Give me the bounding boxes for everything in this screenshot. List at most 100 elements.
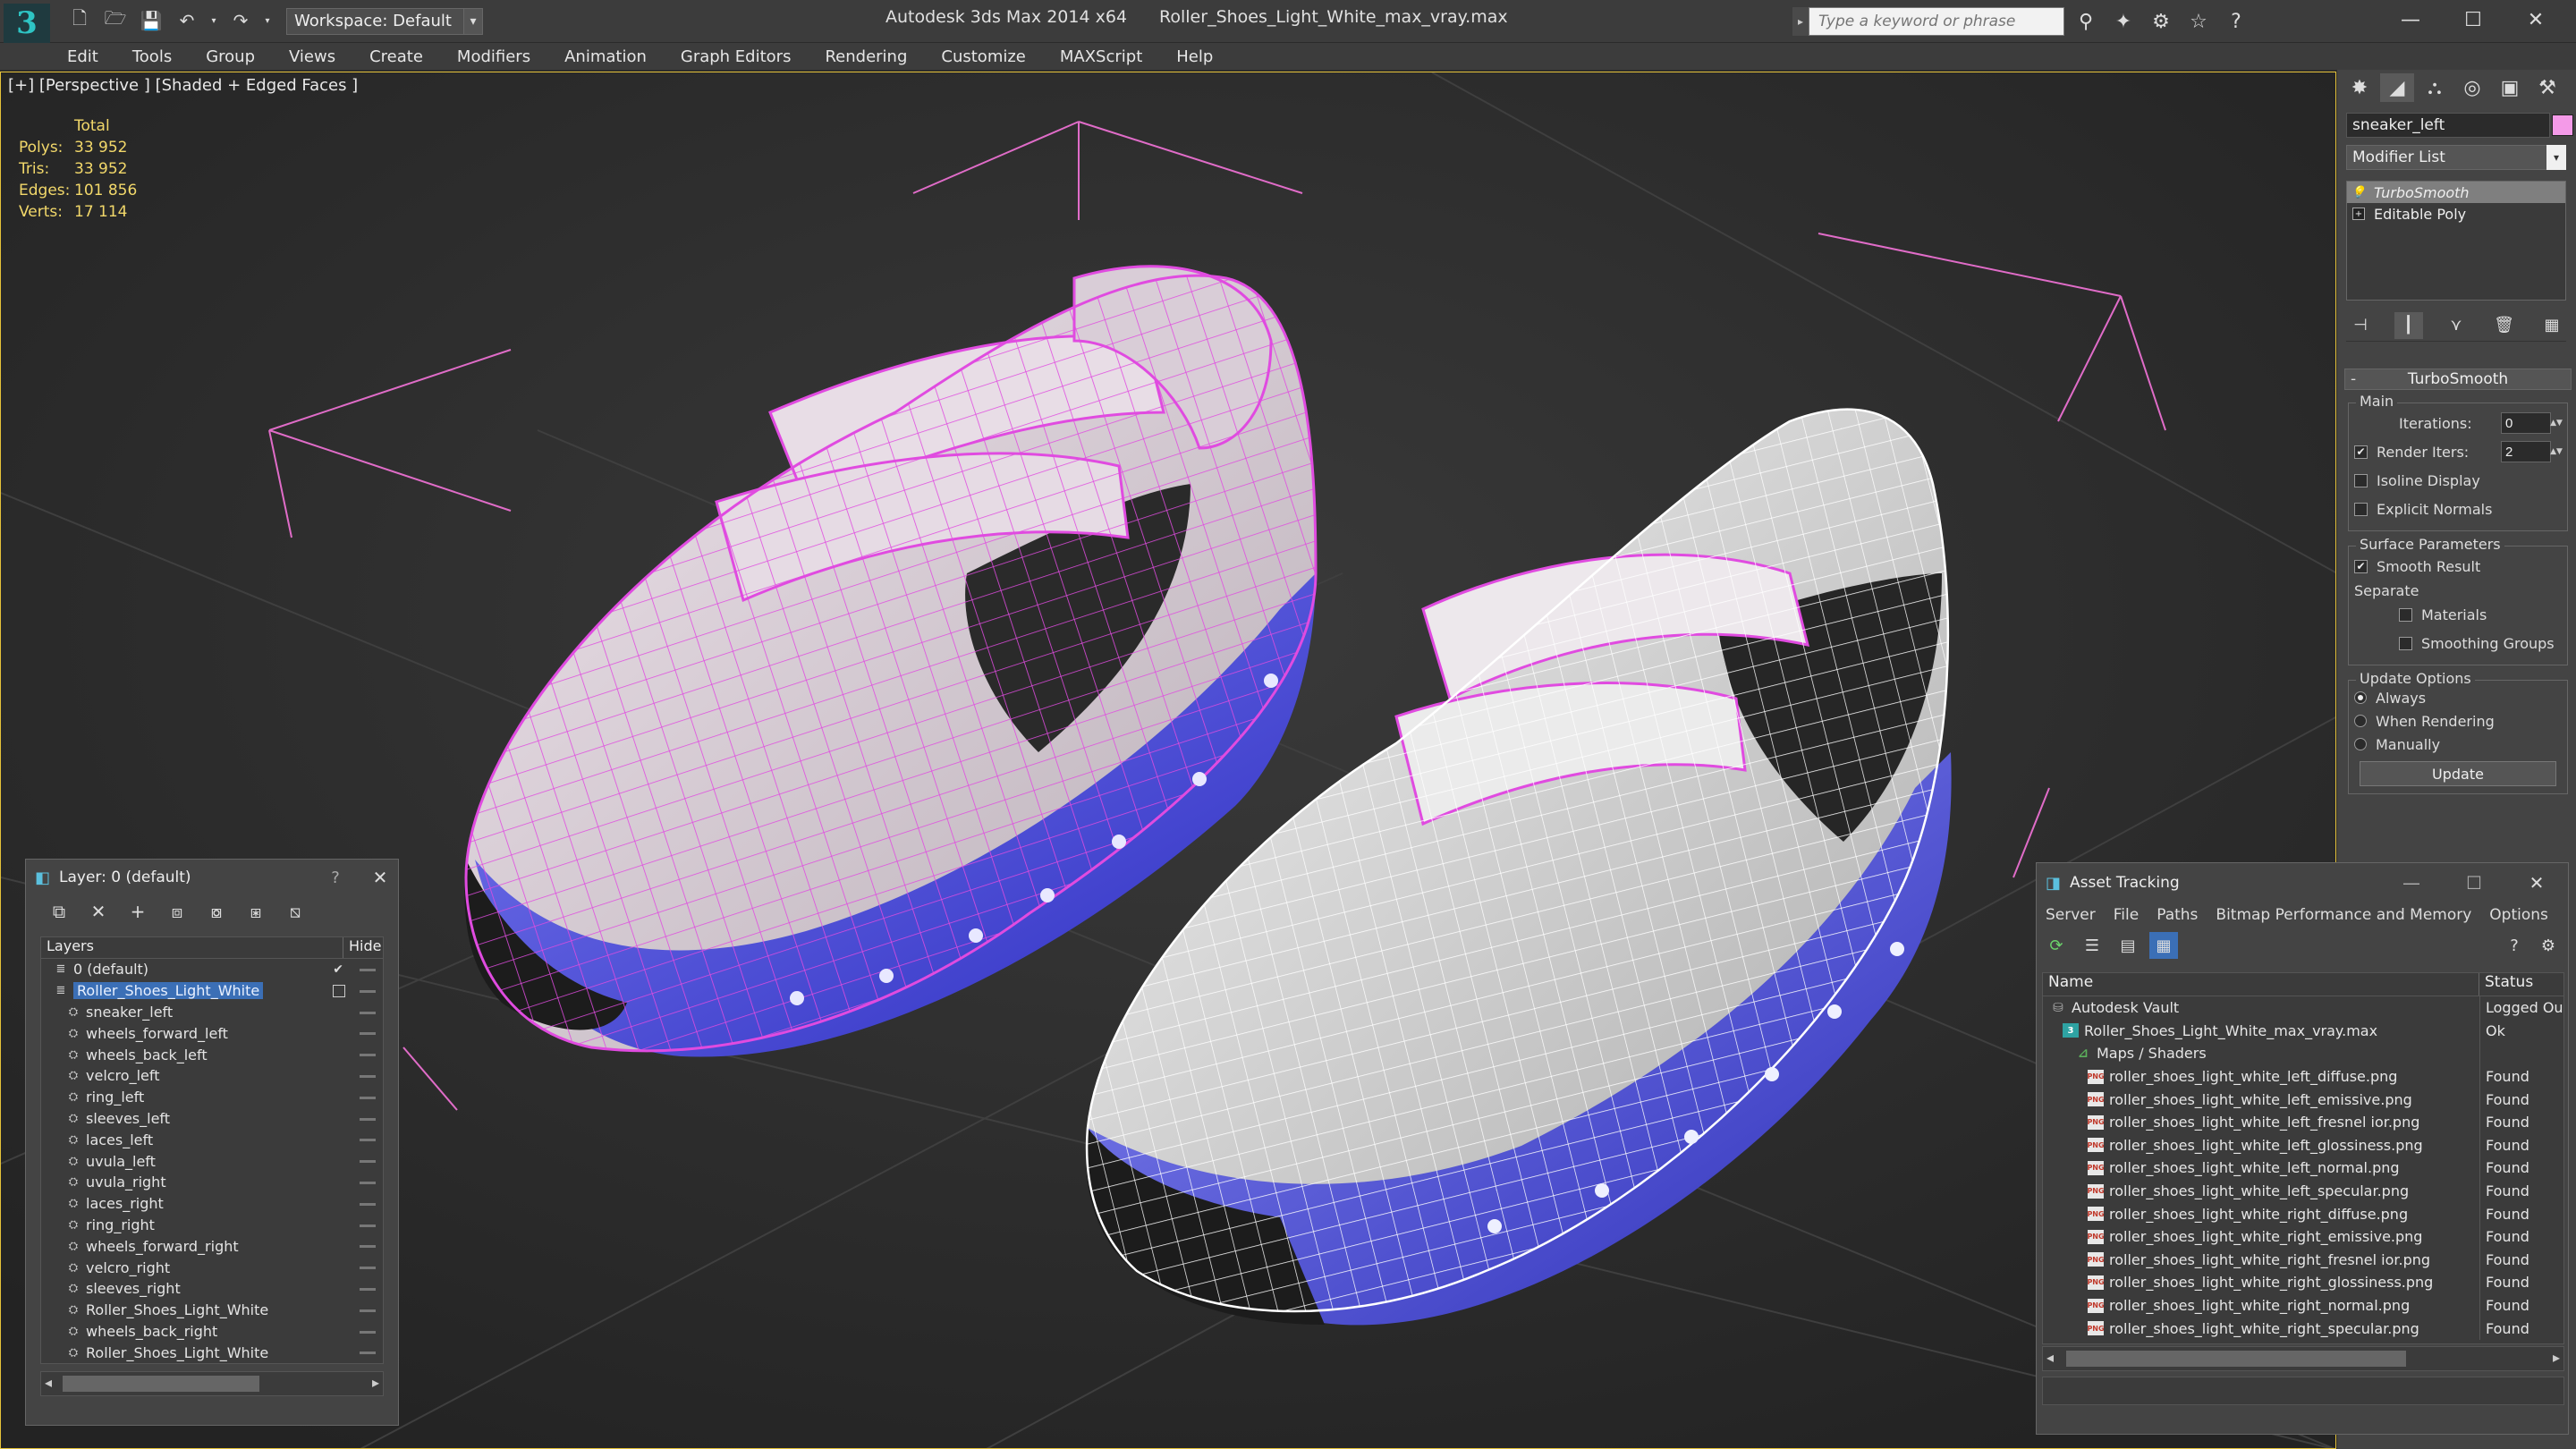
layer-row[interactable]: ⛭ sleeves_left bbox=[41, 1108, 383, 1130]
redo-dropdown-icon[interactable]: ▾ bbox=[261, 7, 274, 34]
asset-row[interactable]: PNG roller_shoes_light_white_left_specula… bbox=[2043, 1179, 2563, 1203]
workspace-select[interactable]: Workspace: Default bbox=[286, 8, 479, 35]
hide-toggle[interactable] bbox=[360, 1352, 376, 1355]
asset-row[interactable]: PNG roller_shoes_light_white_right_glossi… bbox=[2043, 1271, 2563, 1294]
close-icon[interactable]: ✕ bbox=[362, 867, 398, 888]
asset-row[interactable]: PNG roller_shoes_light_white_right_fresne… bbox=[2043, 1248, 2563, 1272]
layer-row[interactable]: ⛭ uvula_right bbox=[41, 1172, 383, 1193]
asset-menu-bitmap-performance-and-memory[interactable]: Bitmap Performance and Memory bbox=[2207, 906, 2480, 924]
table-view-icon[interactable]: ▦ bbox=[2149, 932, 2178, 959]
layer-row[interactable]: ⛭ wheels_forward_left bbox=[41, 1022, 383, 1044]
freeze-all-icon[interactable]: ⧅ bbox=[280, 898, 310, 925]
favorites-star-icon[interactable]: ☆ bbox=[2182, 7, 2215, 36]
menu-item-maxscript[interactable]: MAXScript bbox=[1043, 47, 1159, 66]
show-end-result-icon[interactable]: ┃ bbox=[2394, 311, 2423, 339]
layer-row[interactable]: ⛭ ring_right bbox=[41, 1215, 383, 1236]
rollout-header[interactable]: - TurboSmooth bbox=[2344, 369, 2572, 390]
scroll-left-icon[interactable]: ◂ bbox=[2046, 1349, 2054, 1366]
undo-icon[interactable]: ↶ bbox=[172, 7, 202, 34]
layer-row[interactable]: ≣ 0 (default) ✔ bbox=[41, 959, 383, 980]
asset-horizontal-scrollbar[interactable]: ◂ ▸ bbox=[2042, 1346, 2564, 1371]
hide-toggle[interactable] bbox=[360, 1139, 376, 1142]
asset-row[interactable]: ⊿ Maps / Shaders bbox=[2043, 1042, 2563, 1065]
utilities-tab-icon[interactable]: ⚒ bbox=[2530, 73, 2564, 102]
manually-radio[interactable] bbox=[2354, 738, 2367, 750]
asset-row[interactable]: PNG roller_shoes_light_white_left_normal.… bbox=[2043, 1157, 2563, 1180]
close-icon[interactable]: ✕ bbox=[2504, 2, 2567, 38]
menu-item-graph-editors[interactable]: Graph Editors bbox=[664, 47, 809, 66]
hide-toggle[interactable] bbox=[360, 1202, 376, 1206]
highlight-layer-icon[interactable]: ⧇ bbox=[201, 898, 232, 925]
add-to-layer-icon[interactable]: + bbox=[123, 898, 153, 925]
render-iters-spinner[interactable] bbox=[2501, 441, 2551, 462]
menu-item-tools[interactable]: Tools bbox=[115, 47, 189, 66]
help-icon[interactable]: ? bbox=[2220, 7, 2252, 36]
maximize-icon[interactable]: ☐ bbox=[2442, 2, 2504, 38]
modify-tab-icon[interactable]: ◢ bbox=[2380, 73, 2414, 102]
search-expand-icon[interactable]: ▸ bbox=[1792, 7, 1809, 36]
asset-menu-paths[interactable]: Paths bbox=[2148, 906, 2207, 924]
hide-toggle[interactable] bbox=[360, 1032, 376, 1036]
layer-row[interactable]: ≣ Roller_Shoes_Light_White bbox=[41, 980, 383, 1002]
update-button[interactable]: Update bbox=[2360, 761, 2556, 786]
layer-window-titlebar[interactable]: ◧ Layer: 0 (default) ? ✕ bbox=[26, 860, 398, 895]
when-rendering-radio[interactable] bbox=[2354, 715, 2367, 727]
workspace-dropdown-arrow-icon[interactable]: ▾ bbox=[463, 8, 483, 35]
asset-row[interactable]: PNG roller_shoes_light_white_left_glossin… bbox=[2043, 1133, 2563, 1157]
hide-toggle[interactable] bbox=[360, 1011, 376, 1014]
help-icon[interactable]: ? bbox=[2500, 932, 2529, 959]
create-layer-icon[interactable]: ⧉ bbox=[44, 898, 74, 925]
layer-row[interactable]: ⛭ uvula_left bbox=[41, 1150, 383, 1172]
details-view-icon[interactable]: ▤ bbox=[2114, 932, 2142, 959]
asset-row[interactable]: 3 Roller_Shoes_Light_White_max_vray.max Ok bbox=[2043, 1019, 2563, 1043]
hide-toggle[interactable] bbox=[360, 1267, 376, 1270]
render-iters-checkbox[interactable]: ✔ bbox=[2354, 445, 2368, 459]
minimize-icon[interactable]: — bbox=[2379, 2, 2442, 38]
viewport-label[interactable]: [+] [Perspective ] [Shaded + Edged Faces… bbox=[8, 76, 358, 95]
spinner-arrows-icon[interactable]: ▲▼ bbox=[2550, 441, 2563, 462]
expand-icon[interactable]: + bbox=[2352, 208, 2365, 220]
delete-layer-icon[interactable]: ✕ bbox=[83, 898, 114, 925]
menu-item-modifiers[interactable]: Modifiers bbox=[440, 47, 547, 66]
asset-row[interactable]: PNG roller_shoes_light_white_right_specul… bbox=[2043, 1317, 2563, 1340]
explicit-normals-checkbox[interactable] bbox=[2354, 502, 2368, 516]
object-name-field[interactable] bbox=[2346, 113, 2550, 138]
layer-row[interactable]: ⛭ wheels_back_left bbox=[41, 1044, 383, 1065]
menu-item-views[interactable]: Views bbox=[272, 47, 352, 66]
remove-modifier-icon[interactable]: 🗑 bbox=[2490, 312, 2519, 339]
column-header-status[interactable]: Status bbox=[2479, 973, 2563, 996]
help-icon[interactable]: ? bbox=[318, 869, 353, 887]
app-logo-button[interactable]: 3 bbox=[4, 4, 50, 43]
asset-menu-options[interactable]: Options bbox=[2480, 906, 2557, 924]
column-header-name[interactable]: Name bbox=[2043, 973, 2479, 996]
redo-icon[interactable]: ↷ bbox=[225, 7, 256, 34]
list-view-icon[interactable]: ☰ bbox=[2078, 932, 2106, 959]
asset-row[interactable]: PNG roller_shoes_light_white_right_normal… bbox=[2043, 1293, 2563, 1318]
layer-row[interactable]: ⛭ Roller_Shoes_Light_White bbox=[41, 1300, 383, 1321]
asset-menu-server[interactable]: Server bbox=[2037, 906, 2105, 924]
layer-row[interactable]: ⛭ ring_left bbox=[41, 1087, 383, 1108]
hide-toggle[interactable] bbox=[360, 1287, 376, 1291]
search-input[interactable] bbox=[1809, 7, 2064, 36]
asset-menu-file[interactable]: File bbox=[2105, 906, 2148, 924]
menu-item-create[interactable]: Create bbox=[352, 47, 440, 66]
maximize-icon[interactable]: ☐ bbox=[2443, 872, 2505, 894]
pin-stack-icon[interactable]: ⊣ bbox=[2346, 312, 2375, 339]
hide-toggle[interactable] bbox=[360, 1309, 376, 1312]
hide-toggle[interactable] bbox=[360, 1117, 376, 1121]
lightbulb-icon[interactable]: 💡 bbox=[2351, 186, 2366, 199]
asset-window-titlebar[interactable]: ◨ Asset Tracking — ☐ ✕ bbox=[2037, 863, 2568, 902]
layer-row[interactable]: ⛭ wheels_back_right bbox=[41, 1321, 383, 1343]
layer-row[interactable]: ⛭ Roller_Shoes_Light_White bbox=[41, 1342, 383, 1363]
settings-icon[interactable]: ⚙ bbox=[2534, 932, 2563, 959]
hide-toggle[interactable] bbox=[360, 1074, 376, 1078]
layer-row[interactable]: ⛭ wheels_forward_right bbox=[41, 1235, 383, 1257]
make-unique-icon[interactable]: ⋎ bbox=[2442, 312, 2470, 339]
menu-item-edit[interactable]: Edit bbox=[50, 47, 115, 66]
new-file-icon[interactable]: 🗋 bbox=[64, 7, 95, 34]
current-layer-toggle[interactable] bbox=[333, 984, 345, 997]
column-header-hide[interactable]: Hide bbox=[343, 937, 383, 958]
scroll-left-icon[interactable]: ◂ bbox=[45, 1374, 52, 1391]
menu-item-rendering[interactable]: Rendering bbox=[808, 47, 924, 66]
iterations-spinner[interactable] bbox=[2501, 412, 2551, 434]
